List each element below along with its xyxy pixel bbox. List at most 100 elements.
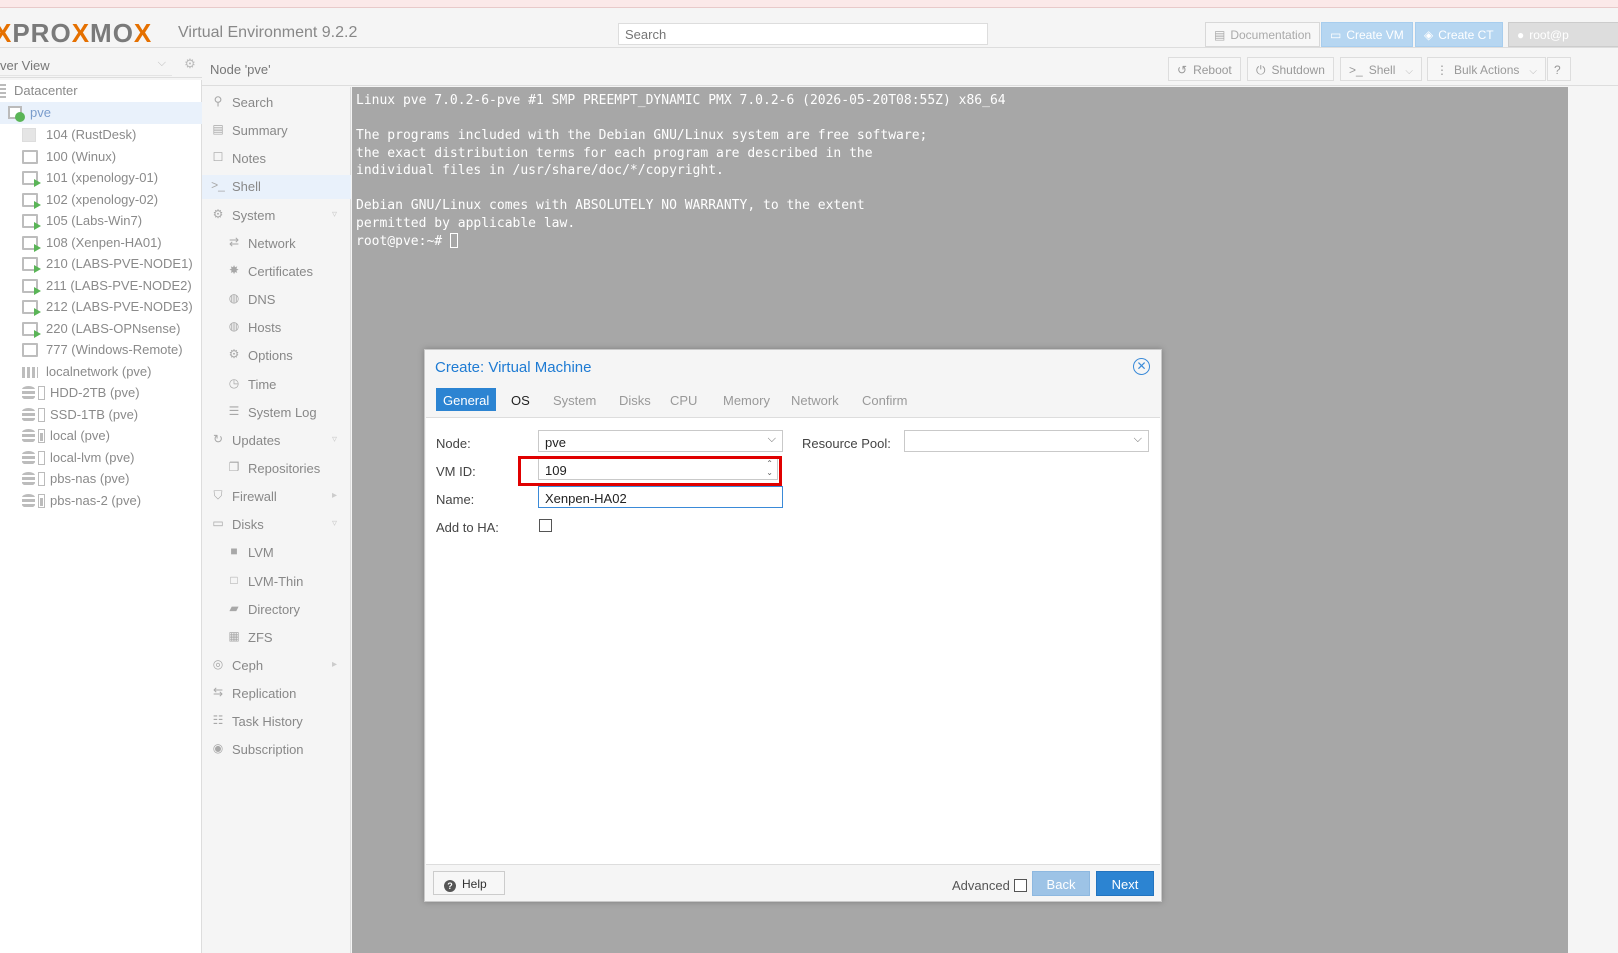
menu-item-repositories[interactable]: ❐ Repositories <box>202 457 351 481</box>
menu-item-ceph[interactable]: ◎ Ceph ▸ <box>202 654 351 678</box>
menu-item-notes[interactable]: ☐ Notes <box>202 147 351 171</box>
power-icon: ⏻ <box>1256 63 1266 77</box>
tree-settings-gear-icon[interactable]: ⚙ <box>180 56 200 74</box>
menu-item-shell[interactable]: >_ Shell <box>202 175 351 200</box>
tab-memory[interactable]: Memory <box>716 388 777 411</box>
resource-pool-select[interactable]: ⌵ <box>904 430 1149 452</box>
expand-arrow-icon: ▿ <box>331 208 337 220</box>
tree-item[interactable]: 102 (xpenology-02) <box>0 189 202 211</box>
tree-item[interactable]: local (pve) <box>0 425 202 447</box>
tree-item-datacenter[interactable]: Datacenter <box>0 80 202 102</box>
shell-button[interactable]: >_ Shell ⌵ <box>1340 57 1422 81</box>
menu-item-search[interactable]: ⚲ Search <box>202 91 351 115</box>
name-input[interactable]: Xenpen-HA02 <box>538 486 783 508</box>
browser-top-strip <box>0 0 1618 8</box>
node-title: Node 'pve' <box>210 62 271 77</box>
tab-disks[interactable]: Disks <box>612 388 658 411</box>
menu-item-certificates[interactable]: ✸ Certificates <box>202 260 351 284</box>
terminal-line: The programs included with the Debian GN… <box>356 128 928 143</box>
cube-icon: ◈ <box>1424 28 1434 42</box>
square-outline-icon: □ <box>230 572 238 587</box>
tree-item-node-pve[interactable]: pve <box>0 102 202 124</box>
menu-item-system-log[interactable]: ☰ System Log <box>202 401 351 425</box>
menu-item-dns[interactable]: ◍ DNS <box>202 288 351 312</box>
close-icon[interactable]: ✕ <box>1133 358 1150 375</box>
tree-item[interactable]: SSD-1TB (pve) <box>0 404 202 426</box>
add-to-ha-checkbox[interactable] <box>539 519 552 532</box>
menu-item-options[interactable]: ⚙ Options <box>202 344 351 368</box>
tree-item[interactable]: 777 (Windows-Remote) <box>0 339 202 361</box>
tab-confirm[interactable]: Confirm <box>855 388 915 411</box>
tree-item[interactable]: pbs-nas (pve) <box>0 468 202 490</box>
menu-item-time[interactable]: ◷ Time <box>202 373 351 397</box>
chevron-down-icon: ⌵ <box>1529 66 1537 77</box>
tree-item[interactable]: localnetwork (pve) <box>0 361 202 383</box>
ceph-icon: ◎ <box>212 657 224 671</box>
shutdown-button[interactable]: ⏻ Shutdown <box>1247 57 1334 81</box>
node-select[interactable]: pve ⌵ <box>538 430 783 452</box>
menu-item-lvm-thin[interactable]: □ LVM-Thin <box>202 570 351 594</box>
menu-item-zfs[interactable]: ▦ ZFS <box>202 626 351 650</box>
tree-item[interactable]: 101 (xpenology-01) <box>0 167 202 189</box>
menu-item-lvm[interactable]: ■ LVM <box>202 541 351 565</box>
files-icon: ❐ <box>228 459 240 474</box>
chevron-down-icon: ⌵ <box>1133 433 1142 445</box>
user-menu-button[interactable]: ● root@p <box>1508 22 1618 47</box>
usage-bar-icon <box>38 407 45 422</box>
back-button[interactable]: Back <box>1032 871 1090 896</box>
usage-bar-icon <box>38 472 45 486</box>
virtual-machine-icon <box>22 214 41 230</box>
create-ct-button[interactable]: ◈ Create CT <box>1415 22 1503 47</box>
tab-os[interactable]: OS <box>504 388 537 411</box>
tab-network[interactable]: Network <box>784 388 846 411</box>
virtual-machine-icon <box>22 300 41 316</box>
help-button[interactable]: ? Help <box>433 871 505 895</box>
tree-item[interactable]: local-lvm (pve) <box>0 447 202 469</box>
next-button[interactable]: Next <box>1096 871 1154 896</box>
bulk-actions-button[interactable]: ⋮ Bulk Actions ⌵ <box>1427 57 1546 81</box>
storage-icon <box>22 407 35 422</box>
support-icon: ◉ <box>212 741 224 756</box>
tree-item[interactable]: 105 (Labs-Win7) <box>0 210 202 232</box>
search-icon: ⚲ <box>213 94 223 108</box>
tab-general[interactable]: General <box>436 388 497 411</box>
node-label: Node: <box>436 436 471 451</box>
terminal-cursor <box>449 233 458 248</box>
menu-item-updates[interactable]: ↻ Updates ▿ <box>202 429 351 453</box>
proxmox-logo: XPROXMOX <box>0 18 153 48</box>
server-view-select[interactable]: ver View ⌵ <box>0 54 172 76</box>
tree-item[interactable]: 211 (LABS-PVE-NODE2) <box>0 275 202 297</box>
tree-item[interactable]: 104 (RustDesk) <box>0 124 202 146</box>
menu-item-disks[interactable]: ▭ Disks ▿ <box>202 513 351 537</box>
menu-item-summary[interactable]: ▤ Summary <box>202 119 351 143</box>
menu-item-subscription[interactable]: ◉ Subscription <box>202 738 351 762</box>
tree-item[interactable]: pbs-nas-2 (pve) <box>0 490 202 512</box>
reboot-button[interactable]: ↺ Reboot <box>1168 57 1241 81</box>
menu-item-task-history[interactable]: ☷ Task History <box>202 710 351 734</box>
name-label: Name: <box>436 492 475 507</box>
menu-item-directory[interactable]: ▰ Directory <box>202 598 351 622</box>
create-vm-button[interactable]: ▭ Create VM <box>1321 22 1413 47</box>
help-circle-icon[interactable]: ? <box>1547 57 1571 81</box>
menu-item-network[interactable]: ⇄ Network <box>202 232 351 256</box>
menu-item-firewall[interactable]: ⛉ Firewall ▸ <box>202 485 351 509</box>
menu-item-replication[interactable]: ⇆ Replication <box>202 682 351 706</box>
dialog-footer: ? Help Advanced Back Next <box>425 866 1161 902</box>
advanced-checkbox[interactable] <box>1014 879 1027 892</box>
tree-item[interactable]: HDD-2TB (pve) <box>0 382 202 404</box>
clock-icon: ◷ <box>228 375 240 390</box>
menu-item-system[interactable]: ⚙ System ▿ <box>202 204 351 228</box>
status-ok-icon <box>15 112 25 122</box>
tab-cpu[interactable]: CPU <box>663 388 704 411</box>
menu-item-hosts[interactable]: ◍ Hosts <box>202 316 351 340</box>
documentation-button[interactable]: ▤ Documentation <box>1205 22 1321 47</box>
usage-bar-icon <box>38 450 45 465</box>
tree-item[interactable]: 100 (Winux) <box>0 146 202 168</box>
tree-item[interactable]: 212 (LABS-PVE-NODE3) <box>0 296 202 318</box>
tree-item[interactable]: 108 (Xenpen-HA01) <box>0 232 202 254</box>
global-search-input[interactable] <box>618 23 988 45</box>
tab-system[interactable]: System <box>546 388 603 411</box>
virtual-machine-icon <box>22 235 41 252</box>
tree-item[interactable]: 220 (LABS-OPNsense) <box>0 318 202 340</box>
tree-item[interactable]: 210 (LABS-PVE-NODE1) <box>0 253 202 275</box>
